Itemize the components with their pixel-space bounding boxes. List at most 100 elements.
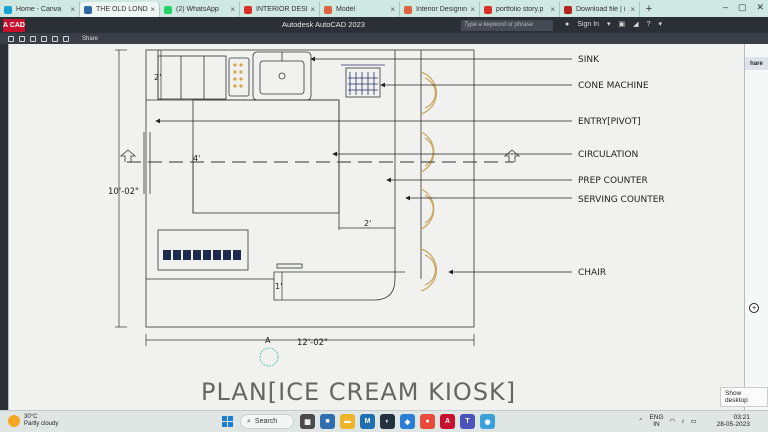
autocad-icon[interactable]: A [440, 414, 455, 429]
battery-icon[interactable]: ▭ [690, 417, 696, 425]
window-controls: – ▢ ✕ [723, 2, 764, 13]
maximize-icon[interactable]: ▢ [738, 2, 747, 13]
close-window-icon[interactable]: ✕ [756, 2, 764, 13]
browser-tab[interactable]: THE OLD LONDON× [80, 2, 160, 17]
chevron-up-icon[interactable]: ⌃ [638, 417, 643, 425]
apps-icon[interactable]: ◢ [633, 20, 638, 28]
clock[interactable]: 03:21 28-05-2023 [717, 414, 750, 428]
user-icon[interactable]: ● [565, 21, 569, 28]
whatsapp-icon [164, 5, 172, 14]
share-link[interactable]: Share [82, 36, 98, 42]
editor-icon[interactable]: M [360, 414, 375, 429]
search-icon: ⌕ [247, 417, 251, 425]
browser-tab[interactable]: Download file | i × [560, 2, 640, 17]
new-tab-button[interactable]: + [640, 2, 658, 17]
close-icon[interactable]: × [390, 5, 395, 14]
photos-icon[interactable]: ■ [320, 414, 335, 429]
close-icon[interactable]: × [550, 5, 555, 14]
volume-icon[interactable]: ♪ [681, 418, 684, 425]
dish-rack [345, 67, 381, 98]
dim-height: 10'-02" [108, 187, 139, 197]
right-panel [745, 44, 768, 410]
teams-icon[interactable]: T [460, 414, 475, 429]
dim-1: 1' [275, 282, 282, 291]
label-chair: CHAIR [578, 268, 606, 278]
download-icon [564, 5, 572, 14]
dim-2-top: 2' [154, 73, 161, 82]
chairs [420, 71, 437, 292]
store-icon[interactable]: ◆ [400, 414, 415, 429]
pdf-icon [244, 5, 252, 14]
browser-tab-bar: Home - Canva× THE OLD LONDON× (2) WhatsA… [0, 0, 768, 17]
dim-4: 4' [193, 154, 200, 163]
autocad-title-bar: A CAD Autodesk AutoCAD 2023 Type a keywo… [0, 17, 768, 33]
weather-desc: Partly cloudy [24, 421, 59, 427]
weather-temp: 30°C [24, 414, 38, 420]
label-circulation: CIRCULATION [578, 150, 638, 160]
zoom-icon[interactable] [30, 35, 36, 42]
left-panel [0, 44, 8, 410]
chevron-down-icon[interactable]: ▾ [607, 20, 611, 28]
prep-counter [192, 99, 340, 214]
wifi-icon[interactable]: ◠ [670, 417, 676, 425]
drawing-canvas[interactable]: SINK CONE MACHINE ENTRY[PIVOT] CIRCULATI… [8, 44, 745, 410]
label-cone-machine: CONE MACHINE [578, 81, 649, 91]
floor-plan: SINK CONE MACHINE ENTRY[PIVOT] CIRCULATI… [108, 49, 665, 406]
autocad-logo[interactable]: A CAD [3, 18, 25, 32]
close-icon[interactable]: × [470, 5, 475, 14]
view-icon[interactable] [52, 35, 58, 42]
cone-machine [157, 55, 227, 100]
label-serving-counter: SERVING COUNTER [578, 195, 665, 205]
navigation-wheel-icon[interactable]: + [749, 303, 759, 313]
label-prep-counter: PREP COUNTER [578, 176, 648, 186]
title-bar-tools: ● Sign In ▾ ▣ ◢ ? ▾ [565, 20, 662, 29]
pdf-icon [484, 5, 492, 14]
share-button[interactable]: hare [745, 57, 768, 70]
language-indicator[interactable]: ENG IN [649, 414, 663, 428]
explorer-icon[interactable]: ▬ [340, 414, 355, 429]
kiosk-outline [145, 49, 475, 328]
app-title: Autodesk AutoCAD 2023 [282, 20, 365, 29]
browser-tab[interactable]: (2) WhatsApp × [160, 2, 240, 17]
chevron-down-icon[interactable]: ▾ [658, 20, 662, 28]
close-icon[interactable]: × [230, 5, 235, 14]
close-icon[interactable]: × [310, 5, 315, 14]
partly-cloudy-icon [8, 415, 20, 427]
browser-tab[interactable]: Interior Designin × [400, 2, 480, 17]
taskbar: 30°C Partly cloudy ⌕ Search ▦ ■ ▬ M ◐ ◆ … [0, 410, 768, 432]
screen: Home - Canva× THE OLD LONDON× (2) WhatsA… [0, 0, 768, 432]
search-input[interactable]: Type a keyword or phrase [461, 20, 553, 31]
dim-width: 12'-02" [297, 338, 328, 348]
browser-tab[interactable]: Home - Canva × [0, 2, 80, 17]
app-icon[interactable]: ◐ [380, 414, 395, 429]
taskbar-search[interactable]: ⌕ Search [240, 414, 294, 429]
minimize-icon[interactable]: – [723, 2, 728, 13]
weather-widget[interactable]: 30°C Partly cloudy [8, 414, 58, 428]
canva-icon [4, 5, 12, 14]
cone-holder [228, 57, 250, 97]
browser-tab[interactable]: Model × [320, 2, 400, 17]
print-icon[interactable] [8, 35, 14, 42]
dim-2-right: 2' [364, 219, 371, 228]
pan-icon[interactable] [19, 35, 25, 42]
system-tray: ⌃ ENG IN ◠ ♪ ▭ 03:21 28-05-2023 [638, 414, 750, 428]
close-icon[interactable]: × [70, 5, 75, 14]
sign-in-button[interactable]: Sign In [577, 21, 599, 28]
chrome-icon[interactable]: ● [420, 414, 435, 429]
orbit-icon[interactable] [41, 35, 47, 42]
cart-icon[interactable]: ▣ [619, 20, 626, 28]
help-icon[interactable]: ? [647, 21, 651, 28]
browser-tab[interactable]: portfolio story.p × [480, 2, 560, 17]
page-icon [404, 5, 412, 14]
windows-start-icon[interactable] [222, 416, 233, 427]
app-icon[interactable]: ◉ [480, 414, 495, 429]
browser-tab[interactable]: INTERIOR DESIGN× [240, 2, 320, 17]
search-label: Search [254, 418, 278, 425]
taskbar-apps: ▦ ■ ▬ M ◐ ◆ ● A T ◉ [300, 414, 495, 429]
record-icon[interactable] [63, 35, 69, 42]
plan-title: PLAN[ICE CREAM KIOSK] [201, 378, 516, 406]
file-explorer-icon[interactable]: ▦ [300, 414, 315, 429]
close-icon[interactable]: × [150, 5, 155, 14]
quick-access-toolbar: Share [0, 33, 768, 44]
close-icon[interactable]: × [630, 5, 635, 14]
